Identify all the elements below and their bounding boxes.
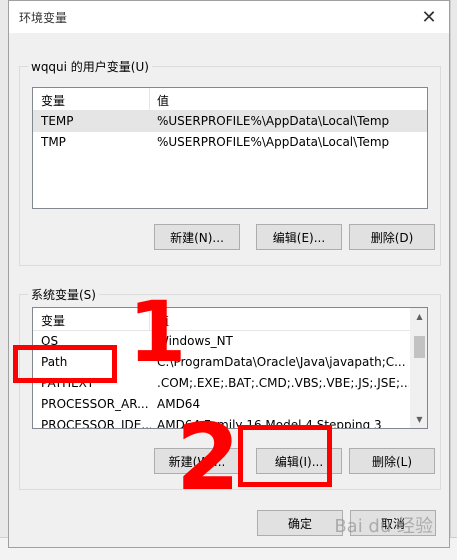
variable-name: TMP bbox=[41, 135, 66, 149]
column-header-variable[interactable]: 变量 bbox=[41, 92, 65, 109]
variable-value: %USERPROFILE%\AppData\Local\Temp bbox=[157, 135, 390, 149]
close-icon: ✕ bbox=[421, 6, 437, 28]
title-bar: 环境变量 ✕ bbox=[9, 1, 449, 33]
variable-name: PROCESSOR_IDE... bbox=[41, 418, 151, 429]
watermark: Bai du 经验 bbox=[334, 516, 433, 537]
list-item[interactable]: TEMP %USERPROFILE%\AppData\Local\Temp bbox=[33, 111, 427, 132]
user-delete-button[interactable]: 删除(D) bbox=[349, 224, 435, 250]
scroll-down-icon[interactable]: ▼ bbox=[411, 411, 427, 428]
vertical-scrollbar[interactable]: ▲ ▼ bbox=[410, 308, 427, 428]
list-item[interactable]: TMP %USERPROFILE%\AppData\Local\Temp bbox=[33, 132, 427, 153]
variable-value: %USERPROFILE%\AppData\Local\Temp bbox=[157, 114, 390, 128]
variable-value: C:\ProgramData\Oracle\Java\javapath;C... bbox=[157, 355, 406, 369]
close-button[interactable]: ✕ bbox=[409, 1, 449, 33]
system-delete-button[interactable]: 删除(L) bbox=[349, 448, 435, 474]
window-title: 环境变量 bbox=[19, 11, 68, 25]
annotation-step-1: 1 bbox=[128, 283, 187, 381]
variable-name: TEMP bbox=[41, 114, 74, 128]
user-new-button[interactable]: 新建(N)... bbox=[154, 224, 240, 250]
annotation-step-2: 2 bbox=[176, 404, 241, 511]
variable-value: Windows_NT bbox=[157, 334, 233, 348]
variable-name: PROCESSOR_AR... bbox=[41, 397, 149, 411]
user-variables-label: wqqui 的用户变量(U) bbox=[28, 58, 152, 75]
user-variables-group: wqqui 的用户变量(U) 变量 值 TEMP %USERPROFILE%\A… bbox=[19, 58, 441, 266]
background-window-right bbox=[450, 0, 457, 560]
annotation-box-path bbox=[13, 345, 117, 383]
user-variables-list[interactable]: 变量 值 TEMP %USERPROFILE%\AppData\Local\Te… bbox=[32, 87, 428, 209]
list-header: 变量 值 bbox=[33, 88, 427, 111]
column-header-variable[interactable]: 变量 bbox=[41, 312, 65, 329]
user-edit-button[interactable]: 编辑(E)... bbox=[256, 224, 342, 250]
annotation-box-edit bbox=[238, 425, 332, 487]
system-variables-label: 系统变量(S) bbox=[28, 286, 99, 303]
list-header: 变量 值 bbox=[33, 308, 427, 331]
ok-button[interactable]: 确定 bbox=[257, 510, 343, 536]
scroll-up-icon[interactable]: ▲ bbox=[411, 308, 427, 325]
column-header-value[interactable]: 值 bbox=[157, 92, 169, 109]
variable-value: .COM;.EXE;.BAT;.CMD;.VBS;.VBE;.JS;.JSE;.… bbox=[157, 376, 409, 390]
scroll-thumb[interactable] bbox=[414, 336, 425, 358]
